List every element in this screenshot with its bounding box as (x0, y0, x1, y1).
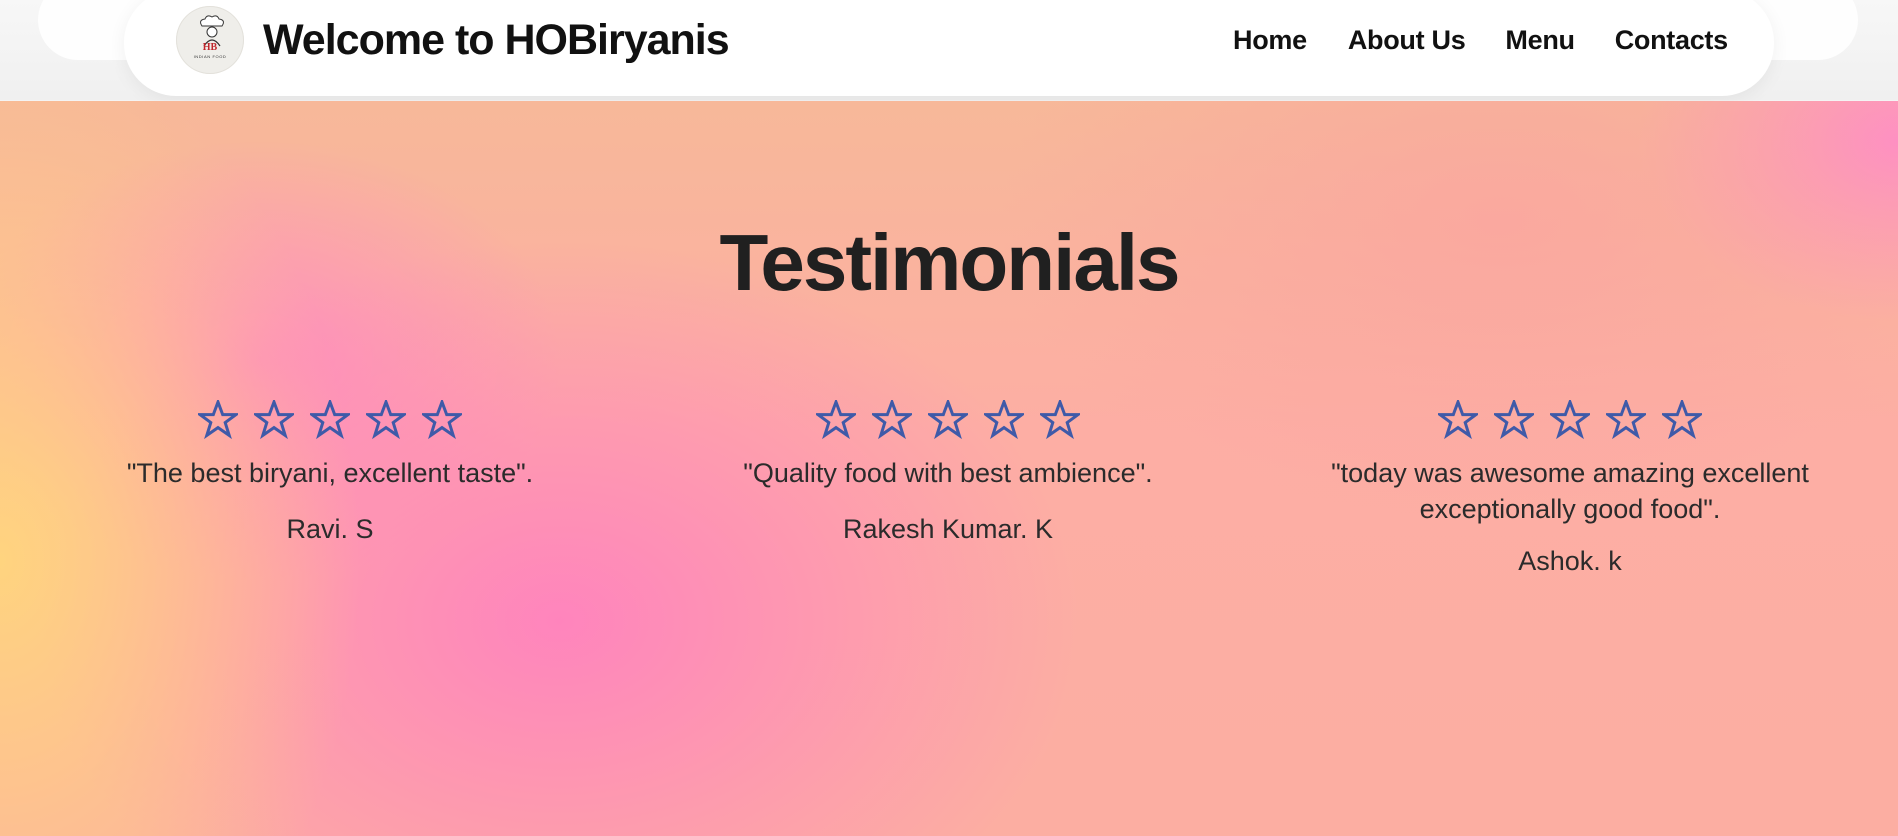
testimonial-quote: "today was awesome amazing excellent exc… (1331, 458, 1809, 524)
logo[interactable]: HB INDIAN FOOD (176, 6, 244, 74)
testimonial-quote: "Quality food with best ambience". (743, 458, 1153, 488)
star-icon (1550, 400, 1590, 440)
testimonial-card: "today was awesome amazing excellent exc… (1310, 400, 1830, 579)
star-icon (366, 400, 406, 440)
nav-contacts-link[interactable]: Contacts (1615, 20, 1728, 60)
testimonial-quote: "The best biryani, excellent taste". (126, 458, 534, 488)
star-rating (1310, 400, 1830, 444)
star-icon (816, 400, 856, 440)
section-heading: Testimonials (719, 218, 1180, 307)
testimonial-author: Rakesh Kumar. K (842, 514, 1054, 544)
nav-menu-link[interactable]: Menu (1505, 20, 1575, 60)
logo-caption: INDIAN FOOD (194, 54, 227, 59)
site-title: Welcome to HOBiryanis (263, 16, 730, 64)
star-icon (198, 400, 238, 440)
star-icon (1040, 400, 1080, 440)
nav-home-link[interactable]: Home (1233, 20, 1307, 60)
nav-about-link[interactable]: About Us (1348, 20, 1466, 60)
star-icon (984, 400, 1024, 440)
star-icon (872, 400, 912, 440)
star-icon (1438, 400, 1478, 440)
testimonials-section: Testimonials "The best biryani, excellen… (0, 101, 1898, 836)
star-icon (422, 400, 462, 440)
star-icon (310, 400, 350, 440)
testimonial-author: Ashok. k (1518, 546, 1622, 576)
star-rating (80, 400, 580, 444)
main-nav: Home About Us Menu Contacts (1233, 20, 1728, 60)
star-icon (1494, 400, 1534, 440)
chef-logo-icon: HB INDIAN FOOD (194, 15, 227, 59)
logo-mark: HB (203, 42, 218, 53)
star-icon (928, 400, 968, 440)
star-icon (1662, 400, 1702, 440)
star-icon (254, 400, 294, 440)
testimonial-author: Ravi. S (286, 514, 374, 544)
star-rating (698, 400, 1198, 444)
star-icon (1606, 400, 1646, 440)
testimonial-card: "Quality food with best ambience". Rakes… (698, 400, 1198, 547)
testimonial-card: "The best biryani, excellent taste". Rav… (80, 400, 580, 547)
